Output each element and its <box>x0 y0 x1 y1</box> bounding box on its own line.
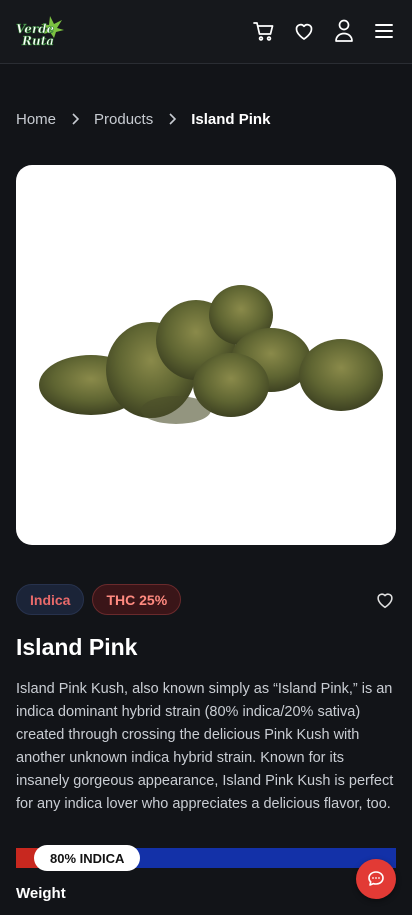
breadcrumb-products[interactable]: Products <box>94 111 153 128</box>
heart-icon[interactable] <box>292 16 316 46</box>
breadcrumb: Home Products Island Pink <box>16 108 270 130</box>
chat-icon <box>368 871 384 886</box>
indica-badge: Indica <box>16 584 85 615</box>
breadcrumb-home[interactable]: Home <box>16 111 56 128</box>
logo-text-bottom: Ruta <box>21 34 54 48</box>
site-header: Verde Ruta <box>0 0 412 64</box>
breadcrumb-current: Island Pink <box>191 110 271 128</box>
strain-ratio-label: 80% INDICA <box>34 845 141 871</box>
product-tags: Indica THC 25% <box>16 584 182 615</box>
cart-icon[interactable] <box>252 16 276 46</box>
chat-button[interactable] <box>356 859 396 899</box>
thc-badge: THC 25% <box>92 584 182 615</box>
strain-ratio-bar: 80% INDICA <box>16 845 396 871</box>
favorite-heart-icon[interactable] <box>374 589 396 611</box>
menu-icon[interactable] <box>372 16 396 46</box>
chevron-right-icon <box>66 110 84 128</box>
product-title: Island Pink <box>16 634 138 660</box>
verde-ruta-logo[interactable]: Verde Ruta <box>14 14 66 50</box>
product-image[interactable] <box>16 165 396 545</box>
user-icon[interactable] <box>332 16 356 46</box>
weight-label: Weight <box>16 885 66 902</box>
chevron-right-icon <box>163 110 181 128</box>
product-description: Island Pink Kush, also known simply as “… <box>16 681 394 812</box>
